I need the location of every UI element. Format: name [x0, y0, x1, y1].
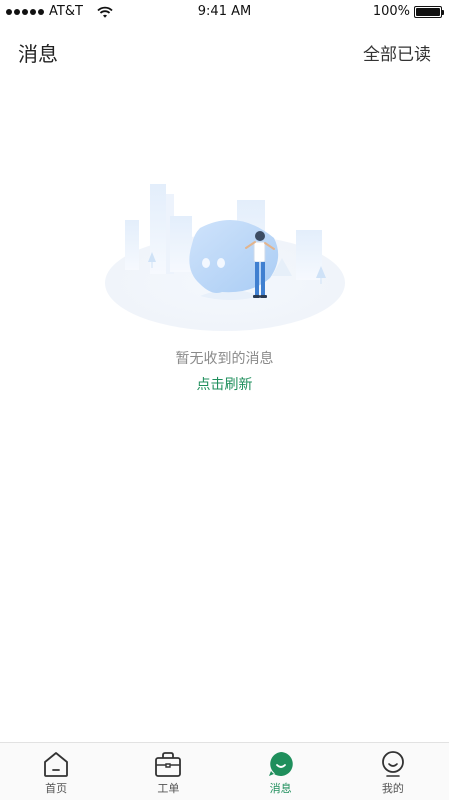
status-right: 100% [372, 4, 444, 19]
tab-profile[interactable]: 我的 [337, 743, 449, 800]
tab-messages-label: 消息 [269, 782, 292, 795]
status-bar: AT&T 9:41 AM 100% [0, 0, 449, 24]
tab-messages[interactable]: 消息 [225, 743, 337, 800]
battery-icon [414, 5, 444, 18]
refresh-link[interactable]: 点击刷新 [174, 374, 275, 394]
empty-messages-illustration [105, 184, 345, 331]
tab-home-label: 首页 [45, 782, 68, 795]
tab-profile-label: 我的 [381, 782, 404, 795]
empty-state-message: 暂无收到的消息 [175, 351, 274, 367]
briefcase-icon [155, 752, 182, 777]
profile-icon [381, 751, 404, 777]
tab-bar: 首页 工单 消息 我的 [0, 742, 449, 800]
tab-orders[interactable]: 工单 [112, 743, 224, 800]
page-title: 消息 [18, 42, 58, 66]
message-icon [268, 752, 293, 776]
mark-all-read-button[interactable]: 全部已读 [363, 40, 431, 65]
battery-fill [416, 7, 440, 16]
nav-bar: 消息 全部已读 [0, 32, 449, 72]
battery-percent: 100% [372, 4, 410, 19]
home-icon [44, 752, 69, 777]
messages-screen: AT&T 9:41 AM 100% 消息 全部已读 暂无收到的消息 点击刷新 首… [0, 0, 449, 800]
tab-home[interactable]: 首页 [0, 743, 112, 800]
tab-orders-label: 工单 [157, 782, 180, 795]
